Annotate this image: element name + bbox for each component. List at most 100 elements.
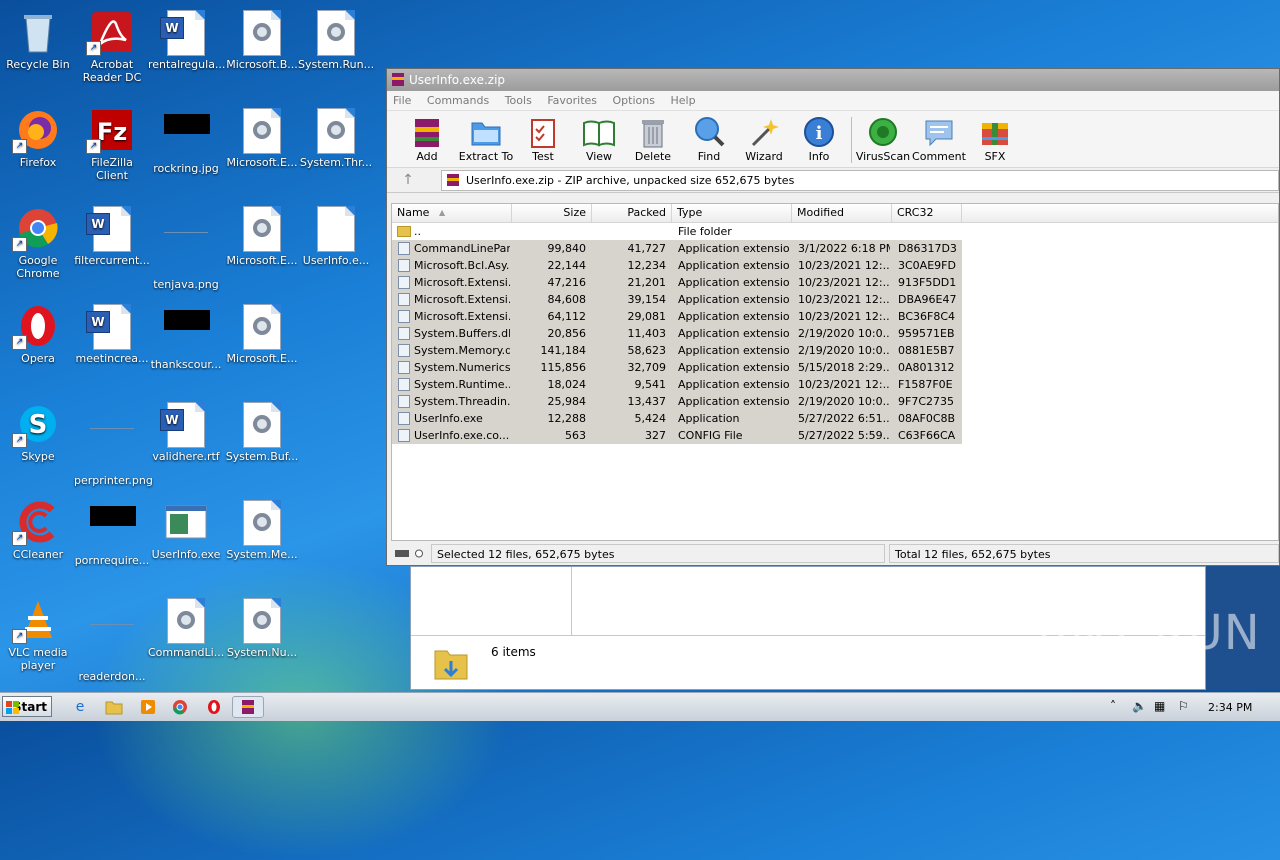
desktop-icon-system-buf[interactable]: System.Buf... [224,396,300,463]
desktop-icon-rockring[interactable]: rockring.jpg [148,102,224,175]
winrar-window[interactable]: UserInfo.exe.zip File Commands Tools Fav… [386,68,1280,566]
table-row[interactable]: System.Numerics.... 115,856 32,709 Applicat… [392,359,1278,376]
desktop-icon-opera[interactable]: ↗ Opera [0,298,76,365]
test-button[interactable]: Test [514,115,572,163]
sfx-button[interactable]: SFX [966,115,1024,163]
dll-file-icon [240,304,284,350]
desktop-icon-readerdon[interactable]: readerdon... [74,592,150,683]
desktop-icon-commandli[interactable]: CommandLi... [148,592,224,659]
cell-type: Application extension [678,310,790,323]
menu-help[interactable]: Help [664,91,701,110]
view-button[interactable]: View [570,115,628,163]
tray-expand-icon[interactable]: ˄ [1110,699,1116,713]
desktop-icon-microsoft-b[interactable]: Microsoft.B... [224,4,300,71]
desktop-icon-tenjava[interactable]: tenjava.png [148,200,224,291]
desktop-icon-meetincrea[interactable]: W meetincrea... [74,298,150,365]
cell-crc: 913F5DD1 [898,276,957,289]
parent-folder-row[interactable]: .. File folder [392,223,1278,240]
table-row[interactable]: System.Memory.dll 141,184 58,623 Applicatio… [392,342,1278,359]
table-row[interactable]: System.Runtime.... 18,024 9,541 Application… [392,376,1278,393]
taskbar-chrome-icon[interactable] [166,696,194,718]
table-row[interactable]: UserInfo.exe 12,288 5,424 Application 5/27/2… [392,410,1278,427]
file-icon [398,395,410,408]
menu-file[interactable]: File [387,91,417,110]
desktop-icon-ccleaner[interactable]: ↗ CCleaner [0,494,76,561]
taskbar-explorer-icon[interactable] [100,696,128,718]
table-row[interactable]: Microsoft.Extensi... 84,608 39,154 Applicat… [392,291,1278,308]
file-rows: .. File folder CommandLinePar... 99,840 41,7… [392,223,1278,444]
add-button[interactable]: Add [398,115,456,163]
desktop-icon-label: UserInfo.exe [151,548,221,561]
column-type[interactable]: Type [672,204,792,222]
cell-name: CommandLinePar... [414,242,510,255]
comment-button[interactable]: Comment [910,115,968,163]
find-button[interactable]: Find [680,115,738,163]
title-bar[interactable]: UserInfo.exe.zip [387,69,1279,91]
menu-tools[interactable]: Tools [499,91,538,110]
desktop-icon-validhere[interactable]: W validhere.rtf [148,396,224,463]
desktop-icon-label: Firefox [19,156,57,169]
column-name[interactable]: Name ▲ [392,204,512,222]
table-row[interactable]: CommandLinePar... 99,840 41,727 Application… [392,240,1278,257]
menu-options[interactable]: Options [607,91,661,110]
desktop-icon-system-me[interactable]: System.Me... [224,494,300,561]
desktop-icon-chrome[interactable]: ↗ Google Chrome [0,200,76,280]
info-button[interactable]: i Info [790,115,848,163]
cell-size: 47,216 [547,276,587,289]
column-size[interactable]: Size [512,204,592,222]
table-row[interactable]: Microsoft.Bcl.Asy... 22,144 12,234 Applicat… [392,257,1278,274]
cell-packed: 58,623 [627,344,667,357]
desktop-icon-thankscour[interactable]: thankscour... [148,298,224,371]
delete-button[interactable]: Delete [624,115,682,163]
taskbar-winrar-icon[interactable] [232,696,264,718]
action-center-flag-icon[interactable]: ⚐ [1178,699,1189,713]
clock[interactable]: 2:34 PM [1208,701,1252,714]
desktop-icon-microsoft-e1[interactable]: Microsoft.E... [224,102,300,169]
desktop-icon-userinfo-exe[interactable]: UserInfo.exe [148,494,224,561]
column-crc32[interactable]: CRC32 [892,204,962,222]
up-arrow-icon[interactable]: ↑ [395,171,421,189]
cell-modified: 2/19/2020 10:0... [798,344,890,357]
volume-icon[interactable]: 🔈 [1132,699,1147,713]
menu-commands[interactable]: Commands [421,91,495,110]
network-icon[interactable]: ▦ [1154,699,1165,713]
desktop-icon-acrobat[interactable]: ↗ Acrobat Reader DC [74,4,150,84]
virusscan-button[interactable]: VirusScan [854,115,912,163]
cell-modified: 2/19/2020 10:0... [798,395,890,408]
desktop-icon-system-run[interactable]: System.Run... [298,4,374,71]
desktop-icon-recycle-bin[interactable]: Recycle Bin [0,4,76,71]
desktop-icon-rentalregula[interactable]: W rentalregula... [148,4,225,71]
desktop-icon-vlc[interactable]: ↗ VLC media player [0,592,76,672]
shortcut-arrow-icon: ↗ [12,433,27,448]
cell-type: Application extension [678,344,790,357]
table-row[interactable]: UserInfo.exe.co... 563 327 CONFIG File 5/27/… [392,427,1278,444]
desktop-icon-microsoft-e3[interactable]: Microsoft.E... [224,298,300,365]
taskbar-media-player-icon[interactable] [134,696,162,718]
column-modified[interactable]: Modified [792,204,892,222]
start-button[interactable]: Start [2,696,52,717]
table-row[interactable]: System.Threadin... 25,984 13,437 Applicatio… [392,393,1278,410]
table-row[interactable]: Microsoft.Extensi... 47,216 21,201 Applicat… [392,274,1278,291]
archive-path-field[interactable]: UserInfo.exe.zip - ZIP archive, unpacked… [441,170,1279,191]
desktop-icon-pornrequire[interactable]: pornrequire... [74,494,150,567]
desktop-icon-firefox[interactable]: ↗ Firefox [0,102,76,169]
wizard-button[interactable]: Wizard [735,115,793,163]
desktop-icon-system-thr[interactable]: System.Thr... [298,102,374,169]
column-packed[interactable]: Packed [592,204,672,222]
desktop-icon-perprinter[interactable]: perprinter.png [74,396,153,487]
file-list[interactable]: Name ▲ Size Packed Type Modified CRC32 .… [391,203,1279,541]
desktop-icon-skype[interactable]: S ↗ Skype [0,396,76,463]
extract-to-button[interactable]: Extract To [456,115,516,163]
desktop-icon-userinfo-config[interactable]: UserInfo.e... [298,200,374,267]
taskbar-ie-icon[interactable]: e [66,696,94,718]
desktop-icon-filezilla[interactable]: Fz ↗ FileZilla Client [74,102,150,182]
desktop-icon-system-nu[interactable]: System.Nu... [224,592,300,659]
taskbar-opera-icon[interactable] [200,696,228,718]
cell-packed: 41,727 [627,242,667,255]
table-row[interactable]: System.Buffers.dll 20,856 11,403 Applicatio… [392,325,1278,342]
table-row[interactable]: Microsoft.Extensi... 64,112 29,081 Applicat… [392,308,1278,325]
desktop-icon-microsoft-e2[interactable]: Microsoft.E... [224,200,300,267]
desktop-icon-filtercurrent[interactable]: W filtercurrent... [74,200,150,267]
menu-favorites[interactable]: Favorites [541,91,603,110]
cell-crc: D86317D3 [898,242,957,255]
